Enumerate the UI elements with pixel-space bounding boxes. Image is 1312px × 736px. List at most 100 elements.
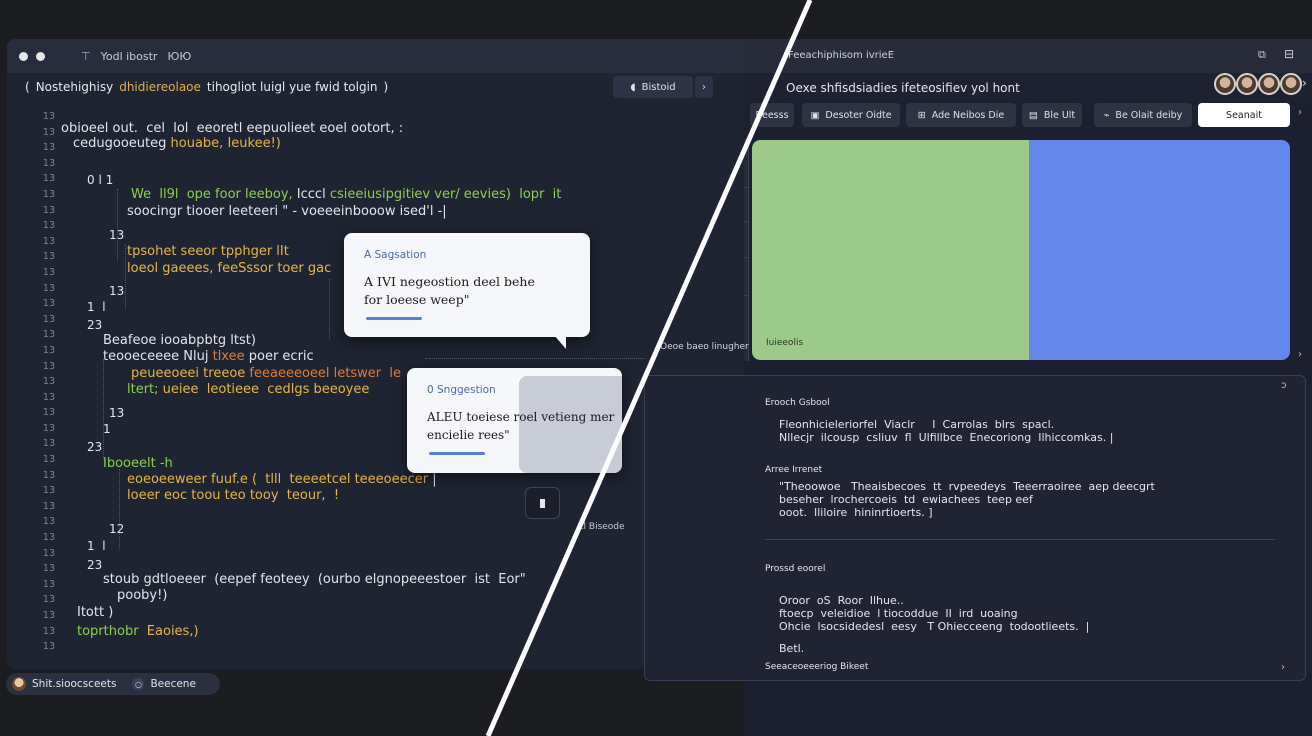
code-line[interactable]: tpsohet seeor tpphger lIt (127, 244, 289, 260)
status-label-a: Shit.sioocsceets (32, 678, 117, 690)
line-number: 13 (42, 532, 55, 544)
toolbar-button-label: Seanait (1226, 109, 1262, 121)
code-line[interactable]: teooeceeee Nluj tlxee poer ecric (103, 349, 314, 365)
ai-assist-button[interactable]: ◖ Bistoid (613, 76, 693, 98)
close-icon[interactable]: ⊟ (1284, 47, 1294, 61)
line-number: 13 (42, 360, 55, 372)
code-token: | (428, 472, 437, 487)
editor-tab-suffix: ЮЮ (167, 49, 192, 63)
scroll-down-icon[interactable]: › (1281, 662, 1285, 673)
avatar[interactable] (1214, 73, 1236, 95)
scroll-up-icon[interactable]: › (1298, 107, 1302, 118)
code-line[interactable]: 23 (87, 439, 102, 455)
line-number: 13 (42, 111, 55, 122)
chevron-right-icon: › (702, 81, 706, 93)
code-line[interactable]: 1 l (87, 299, 106, 315)
section-text: ooot. Ililoire hininrtioerts. ] (779, 506, 933, 519)
side-label: Oeoe baeo linugher (660, 342, 749, 352)
code-token: " (278, 204, 293, 219)
editor-command-bar[interactable]: ( Nostehighisy dhidiereolaoe tihogliot l… (25, 77, 715, 97)
code-line[interactable]: peueeoeei treeoe feeaeeeoeel letswer le (131, 366, 401, 382)
code-line[interactable]: 0 l 1 (87, 172, 113, 188)
line-number: 13 (42, 220, 55, 232)
indent-guide (425, 358, 645, 359)
code-line[interactable]: We ll9l ope foor leeboy, Icccl csieeiusi… (131, 187, 561, 203)
ai-suggestion-popup[interactable]: A Sagsation A IVI negeostion deel behe f… (344, 233, 590, 349)
preview-canvas[interactable]: Iuieeolis (752, 140, 1290, 360)
status-bar[interactable]: Shit.sioocsceets ○ Beecene (6, 673, 220, 695)
divider (744, 257, 749, 258)
stop-button[interactable] (525, 487, 560, 519)
code-line[interactable]: Beafeoe iooabpbtg ltst) (103, 333, 256, 349)
code-token: peueeoeei treeoe (131, 366, 246, 381)
code-line[interactable]: 23 (87, 317, 102, 333)
line-number: 13 (42, 438, 55, 450)
line-number: 13 (42, 142, 55, 154)
code-line[interactable]: Ibooeelt -h (103, 456, 173, 472)
code-token: toprthobr (77, 624, 139, 639)
code-line[interactable]: pooby!) (117, 588, 167, 604)
suggestion-body: A IVI negeostion deel behe for loeese we… (364, 273, 535, 309)
copy-icon[interactable]: ⧉ (1258, 48, 1266, 62)
code-line[interactable]: 12 (109, 521, 124, 537)
suggestion-title: 0 Snggestion (427, 384, 496, 396)
editor-tab[interactable]: ⊤ Yodl ibostr ЮЮ (71, 45, 201, 67)
code-line[interactable]: 13 (109, 283, 124, 299)
code-line[interactable]: 13 (109, 405, 124, 421)
window-dot-close-icon[interactable] (19, 51, 28, 61)
avatar[interactable] (1258, 73, 1280, 95)
code-line[interactable]: obioeel out. cel lol eeoretl eepuolieet … (61, 121, 403, 137)
code-token: soocingr tiooer leeteeri (127, 204, 279, 219)
ai-assist-label: Bistoid (641, 81, 676, 93)
toolbar-button[interactable]: ⌁ Be Olait deiby (1094, 103, 1192, 127)
preview-toolbar: Beesss ▣ Desoter Oidte ⊞ Ade Neibos Die ▤ B… (744, 103, 1312, 129)
toolbar-button-label: Be Olait deiby (1115, 109, 1183, 121)
code-line[interactable]: cedugooeuteg houabe, Ieukee!) (73, 136, 281, 152)
scroll-down-icon[interactable]: › (1298, 349, 1302, 360)
code-line[interactable]: loeer eoc toou teo tooy teour, ! (127, 488, 339, 504)
line-number: 13 (42, 469, 55, 481)
popup-tail (554, 335, 566, 349)
line-number: 13 (42, 235, 55, 247)
code-line[interactable]: toprthobr Eaoies,) (77, 624, 199, 640)
section-text: Fleonhicieleriorfel Viaclr I Carrolas bl… (779, 418, 1055, 431)
code-line[interactable]: stoub gdtloeeer (eepef feoteey (ourbo el… (103, 572, 526, 588)
avatar[interactable] (1236, 73, 1258, 95)
line-number: 13 (42, 422, 55, 434)
suggestion-title: A Sagsation (364, 249, 427, 261)
window-dot-minimize-icon[interactable] (36, 51, 45, 61)
details-panel: ɔ Erooch Gsbool Fleonhicieleriorfel Viac… (644, 375, 1306, 681)
canvas-label: Iuieeolis (766, 338, 804, 348)
code-line[interactable]: 1 l (87, 538, 106, 554)
line-number: 13 (42, 376, 55, 388)
green-tile[interactable] (752, 140, 1029, 360)
section-text: Oroor oS Roor Ilhue.. (779, 594, 904, 607)
avatar[interactable] (12, 677, 26, 691)
code-line[interactable]: Itott ) (77, 605, 113, 621)
code-line[interactable]: ltert; ueiee leotieee cedlgs beeoyee (127, 382, 369, 398)
code-line[interactable]: soocingr tiooer leeteeri " - voeeeinbooo… (127, 204, 447, 220)
code-line[interactable]: 23 (87, 557, 102, 573)
code-line[interactable]: loeol gaeees, feeSssor toer gac (127, 261, 331, 277)
search-button[interactable]: Seanait (1198, 103, 1290, 127)
line-number: 13 (42, 578, 55, 590)
code-line[interactable]: 13 (109, 227, 124, 243)
chevron-right-icon[interactable]: › (1302, 76, 1307, 90)
toolbar-button[interactable]: ▤ Ble Ult (1022, 103, 1082, 127)
code-line[interactable]: eoeoeeweer fuuf.e ( tlll teeeetcel teeeo… (127, 472, 437, 488)
indent-guide (103, 359, 104, 459)
section-text: Betl. (779, 642, 805, 655)
toolbar-button[interactable]: ⊞ Ade Neibos Die (906, 103, 1016, 127)
ai-suggestion-popup[interactable]: 0 Snggestion ALEU toeiese roel vetieng m… (407, 368, 622, 473)
scroll-up-icon[interactable]: ɔ (1281, 380, 1287, 391)
stop-icon (540, 498, 545, 508)
code-line[interactable]: 1 (103, 421, 111, 437)
toolbar-button[interactable]: ▣ Desoter Oidte (802, 103, 900, 127)
toolbar-button[interactable]: Beesss (750, 103, 794, 127)
image-icon: ▣ (810, 109, 820, 121)
next-button[interactable]: › (695, 76, 713, 98)
blue-tile[interactable] (1029, 140, 1290, 360)
avatar[interactable] (1280, 73, 1302, 95)
suggestion-progress-bar (366, 317, 422, 320)
code-token: Nluj (179, 349, 209, 364)
